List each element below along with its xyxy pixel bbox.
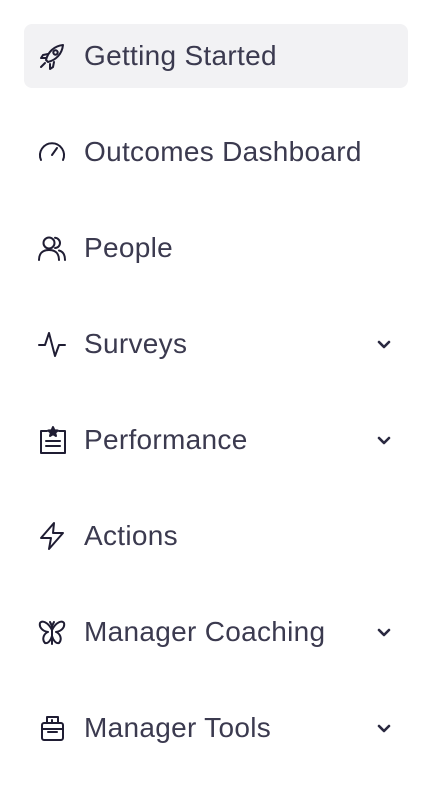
sidebar-item-label: Manager Tools (84, 712, 272, 743)
sidebar-nav: Getting Started Outcomes Dashboard Peopl… (0, 0, 440, 812)
butterfly-icon (36, 616, 68, 648)
sidebar-item-getting-started[interactable]: Getting Started (24, 24, 408, 88)
sidebar-item-label: Surveys (84, 328, 188, 359)
chevron-down-icon[interactable] (376, 434, 392, 446)
rocket-icon (36, 40, 68, 72)
sidebar-item-label: Actions (84, 520, 178, 551)
sidebar-item-label: Getting Started (84, 40, 277, 71)
people-icon (36, 232, 68, 264)
chevron-down-icon[interactable] (376, 338, 392, 350)
pulse-icon (36, 328, 68, 360)
clipboard-star-icon (36, 424, 68, 456)
sidebar-item-manager-tools[interactable]: Manager Tools (24, 696, 408, 760)
sidebar-item-surveys[interactable]: Surveys (24, 312, 408, 376)
sidebar-item-manager-coaching[interactable]: Manager Coaching (24, 600, 408, 664)
chevron-down-icon[interactable] (376, 722, 392, 734)
sidebar-item-label: Outcomes Dashboard (84, 136, 362, 167)
chevron-down-icon[interactable] (376, 626, 392, 638)
sidebar-item-people[interactable]: People (24, 216, 408, 280)
sidebar-item-label: Performance (84, 424, 248, 455)
sidebar-item-outcomes-dashboard[interactable]: Outcomes Dashboard (24, 120, 408, 184)
sidebar-item-performance[interactable]: Performance (24, 408, 408, 472)
sidebar-item-actions[interactable]: Actions (24, 504, 408, 568)
lightning-icon (36, 520, 68, 552)
toolbox-icon (36, 712, 68, 744)
sidebar-item-label: Manager Coaching (84, 616, 326, 647)
sidebar-item-label: People (84, 232, 173, 263)
gauge-icon (36, 136, 68, 168)
